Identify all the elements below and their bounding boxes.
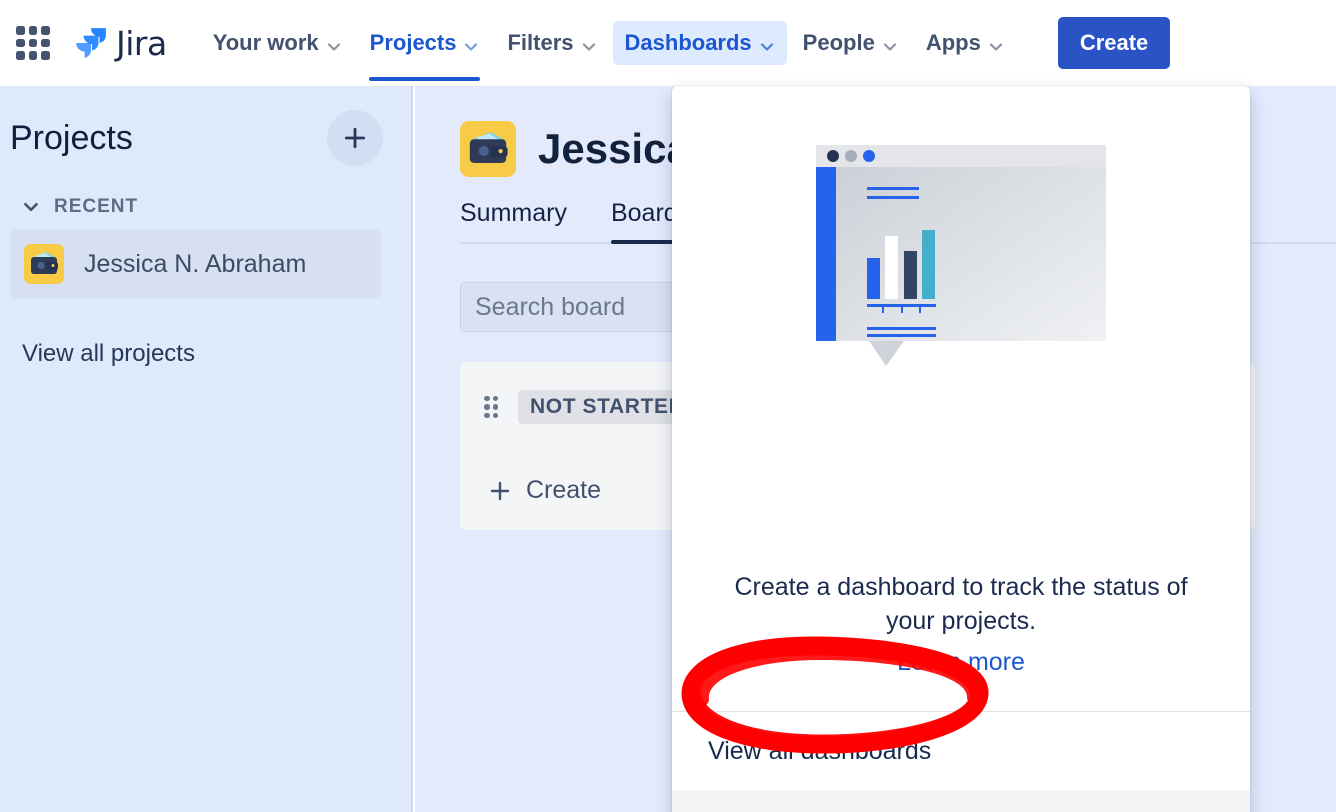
dashboard-illustration-wrapper xyxy=(672,86,1250,571)
nav-item-label: Filters xyxy=(507,30,574,55)
dashboard-chart-illustration xyxy=(816,142,1106,437)
sidebar-section-label: RECENT xyxy=(54,196,139,217)
sidebar-item-jessica-n-abraham[interactable]: Jessica N. Abraham xyxy=(10,230,381,298)
nav-item-apps[interactable]: Apps xyxy=(914,21,1016,65)
nav-items: Your work Projects Filters Dashboards Pe… xyxy=(201,21,1016,81)
chevron-down-icon xyxy=(581,35,597,51)
menu-item-view-all-dashboards[interactable]: View all dashboards xyxy=(672,712,1250,790)
chevron-down-icon xyxy=(326,35,342,51)
grid-9-dots-icon[interactable] xyxy=(10,20,56,66)
chevron-down-icon xyxy=(22,198,40,216)
nav-item-projects[interactable]: Projects xyxy=(358,21,492,81)
plus-icon xyxy=(342,125,368,151)
sidebar-header: Projects xyxy=(0,86,411,166)
create-button[interactable]: Create xyxy=(1057,17,1171,69)
learn-more-link[interactable]: Learn more xyxy=(897,648,1025,677)
nav-item-dashboards[interactable]: Dashboards xyxy=(612,21,787,65)
panel-description: Create a dashboard to track the status o… xyxy=(734,573,1188,635)
view-all-projects-link[interactable]: View all projects xyxy=(22,340,411,368)
screen: Jira Your work Projects Filters Dashboar… xyxy=(0,0,1336,812)
nav-item-your-work[interactable]: Your work xyxy=(201,21,354,65)
jira-logo[interactable]: Jira xyxy=(74,24,167,63)
sidebar-item-label: Jessica N. Abraham xyxy=(84,249,307,278)
dashboards-dropdown-panel: Create a dashboard to track the status o… xyxy=(672,86,1250,812)
nav-item-label: Apps xyxy=(925,30,981,55)
nav-item-filters[interactable]: Filters xyxy=(495,21,608,65)
create-issue-label: Create xyxy=(526,476,602,504)
nav-item-label: Projects xyxy=(369,30,457,55)
chevron-down-icon xyxy=(882,35,898,51)
chevron-down-icon xyxy=(988,35,1004,51)
wallet-emoji-icon xyxy=(24,244,64,284)
chevron-down-icon xyxy=(463,35,479,51)
jira-wordmark: Jira xyxy=(116,23,167,63)
add-project-button[interactable] xyxy=(327,110,383,166)
sidebar-section-recent[interactable]: RECENT xyxy=(0,166,411,218)
panel-text-block: Create a dashboard to track the status o… xyxy=(672,571,1250,711)
nav-item-label: Your work xyxy=(212,30,319,55)
active-tab-underline xyxy=(368,77,481,81)
drag-dots-icon[interactable] xyxy=(484,396,498,418)
tab-summary[interactable]: Summary xyxy=(460,199,567,242)
tab-board[interactable]: Board xyxy=(610,199,678,244)
sidebar-title: Projects xyxy=(10,118,133,157)
jira-logo-icon xyxy=(74,26,108,60)
menu-item-create-dashboard[interactable]: Create dashboard xyxy=(672,790,1250,812)
plus-icon xyxy=(488,479,512,503)
top-navigation-bar: Jira Your work Projects Filters Dashboar… xyxy=(0,0,1336,86)
wallet-emoji-icon xyxy=(460,121,516,177)
nav-item-label: Dashboards xyxy=(624,30,752,55)
nav-item-people[interactable]: People xyxy=(791,21,910,65)
nav-item-label: People xyxy=(802,30,875,55)
status-badge: NOT STARTED xyxy=(518,390,697,424)
chevron-down-icon xyxy=(759,35,775,51)
projects-sidebar: Projects RECENT Jessica N. Abraham View … xyxy=(0,86,413,812)
